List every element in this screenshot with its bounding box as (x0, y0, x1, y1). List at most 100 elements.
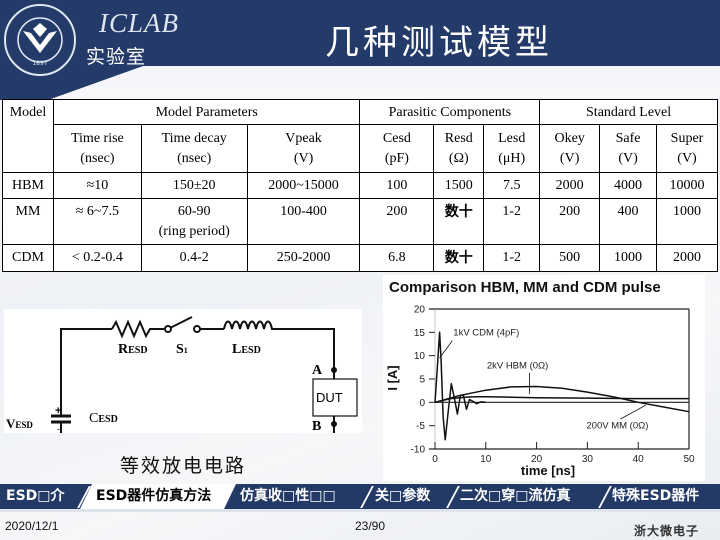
chart-x-tick-label: 50 (683, 454, 695, 465)
chart-x-tick-label: 40 (633, 454, 645, 465)
column-unit: (V) (618, 151, 638, 166)
column-name: Super (670, 131, 704, 146)
cell-cesd: 100 (359, 172, 435, 199)
cell-model: CDM (2, 244, 54, 272)
column-unit: (nsec) (177, 151, 212, 166)
cell-vpeak: 2000~15000 (246, 172, 361, 199)
label-dut: DUT (316, 390, 343, 405)
section-nav-bar: ESD□介 ESD器件仿真方法 仿真收□性□□ 关□参数 二次□穿□流仿真 特殊… (0, 484, 720, 512)
label-terminal-a: A (312, 363, 323, 378)
chart-title: Comparison HBM, MM and CDM pulse (389, 279, 661, 296)
cell-model: MM (2, 198, 54, 245)
nav-tab-esd-intro[interactable]: ESD□介 (6, 484, 65, 509)
column-header: Vpeak (V) (246, 124, 361, 173)
column-header: Resd (Ω) (433, 124, 485, 173)
series-cdm-line (434, 331, 486, 441)
cell-cesd: 200 (359, 198, 435, 245)
column-unit: (V) (293, 151, 314, 166)
column-name: Lesd (498, 131, 526, 146)
cell-lesd: 7.5 (483, 172, 541, 199)
table-column-header-row: Time rise (nsec) Time decay (nsec) Vpeak (V… (3, 124, 718, 173)
column-name: Okey (554, 131, 585, 146)
nav-separator (446, 486, 460, 508)
wire-right-top (276, 328, 335, 379)
chart-y-tick-label: 20 (414, 305, 426, 316)
chart-y-tick-label: -5 (416, 421, 425, 432)
label-terminal-b: B (312, 419, 321, 433)
label-lesd: LESD (232, 342, 261, 357)
time-decay-note: (ring period) (158, 224, 230, 239)
cell-safe: 400 (599, 198, 657, 245)
chart-x-axis-label: time [ns] (521, 463, 575, 478)
footer-date: 2020/12/1 (5, 519, 59, 533)
column-name: Time decay (161, 131, 227, 146)
chart-x-tick-label: 0 (432, 454, 438, 465)
cell-super: 10000 (656, 172, 718, 199)
label-plus: + (55, 405, 61, 417)
annotation-mm-label: 200V MM (0Ω) (586, 420, 648, 431)
label-vesd: VESD (6, 416, 33, 431)
cell-cesd: 6.8 (359, 244, 435, 272)
resistor-esd-icon (111, 319, 164, 339)
header-parasitic-components: Parasitic Components (359, 99, 541, 125)
column-name: Cesd (382, 131, 411, 146)
nav-tab-special-esd-devices[interactable]: 特殊ESD器件 (612, 484, 699, 509)
cell-super: 1000 (656, 198, 718, 245)
cell-model: HBM (2, 172, 54, 199)
cell-super: 2000 (656, 244, 718, 272)
brand-name-en: ICLAB (99, 8, 180, 38)
annotation-hbm-label: 2kV HBM (0Ω) (487, 360, 548, 371)
column-name: Resd (444, 131, 473, 146)
column-unit: (pF) (384, 151, 409, 166)
esd-equivalent-circuit: RESD S1 LESD A B DUT CESD VESD + - (4, 309, 362, 454)
svg-text:1897: 1897 (32, 60, 47, 67)
pulse-comparison-chart: Comparison HBM, MM and CDM pulse I [A] t… (383, 275, 705, 481)
nav-tab-esd-device-simulation[interactable]: ESD器件仿真方法 (80, 484, 236, 509)
column-name: Vpeak (285, 131, 322, 146)
terminal-a-icon (331, 367, 337, 373)
column-name: Time rise (70, 131, 124, 146)
column-unit: (V) (677, 151, 697, 166)
cell-vpeak: 100-400 (246, 198, 361, 245)
nav-tab-convergence[interactable]: 仿真收□性□□ (240, 484, 336, 509)
annotation-mm-leader (620, 404, 647, 420)
column-header: Safe (V) (599, 124, 657, 173)
cell-vpeak: 250-2000 (246, 244, 361, 272)
cell-safe: 1000 (599, 244, 657, 272)
time-decay-value: 60-90 (177, 204, 211, 219)
column-unit: (μH) (498, 151, 526, 166)
brand-name-cn: 实验室 (86, 46, 147, 68)
header-model-parameters: Model Parameters (52, 99, 361, 125)
column-unit: (nsec) (80, 151, 115, 166)
cell-lesd: 1-2 (483, 244, 541, 272)
nav-separator (360, 486, 374, 508)
column-header: Time decay (nsec) (140, 124, 248, 173)
label-resd: RESD (118, 342, 148, 357)
page-title: 几种测试模型 (325, 23, 553, 63)
cell-resd: 1500 (433, 172, 485, 199)
terminal-b-icon (331, 421, 337, 427)
column-header: Cesd (pF) (359, 124, 435, 173)
chart-y-axis-label: I [A] (385, 365, 400, 390)
chart-svg: Comparison HBM, MM and CDM pulse I [A] t… (385, 279, 695, 478)
label-minus: - (57, 424, 60, 433)
cell-lesd: 1-2 (483, 198, 541, 245)
header-standard-level: Standard Level (539, 99, 718, 125)
wire-left-top (60, 328, 112, 416)
cell-time-decay: 0.4-2 (140, 244, 248, 272)
footer-page-number: 23/90 (355, 519, 386, 533)
column-unit: (Ω) (448, 151, 469, 166)
nav-tab-second-breakdown[interactable]: 二次□穿□流仿真 (460, 484, 570, 509)
annotation-cdm-leader (439, 340, 453, 359)
column-header: Okey (V) (539, 124, 601, 173)
nav-tab-key-parameters[interactable]: 关□参数 (375, 484, 430, 509)
chart-y-tick-label: 15 (414, 328, 426, 339)
circuit-diagram: RESD S1 LESD A B DUT CESD VESD + - (6, 316, 358, 454)
nav-separator (598, 486, 612, 508)
chart-x-tick-label: 20 (531, 454, 543, 465)
table-row-hbm: HBM ≈10 150±20 2000~15000 100 1500 7.5 2… (2, 172, 718, 199)
table-row-mm: MM ≈ 6~7.5 60-90 (ring period) 100-400 20… (2, 198, 718, 245)
cell-time-rise: ≈ 6~7.5 (52, 198, 142, 245)
switch-s1-icon (169, 316, 193, 329)
column-unit: (V) (559, 151, 580, 166)
